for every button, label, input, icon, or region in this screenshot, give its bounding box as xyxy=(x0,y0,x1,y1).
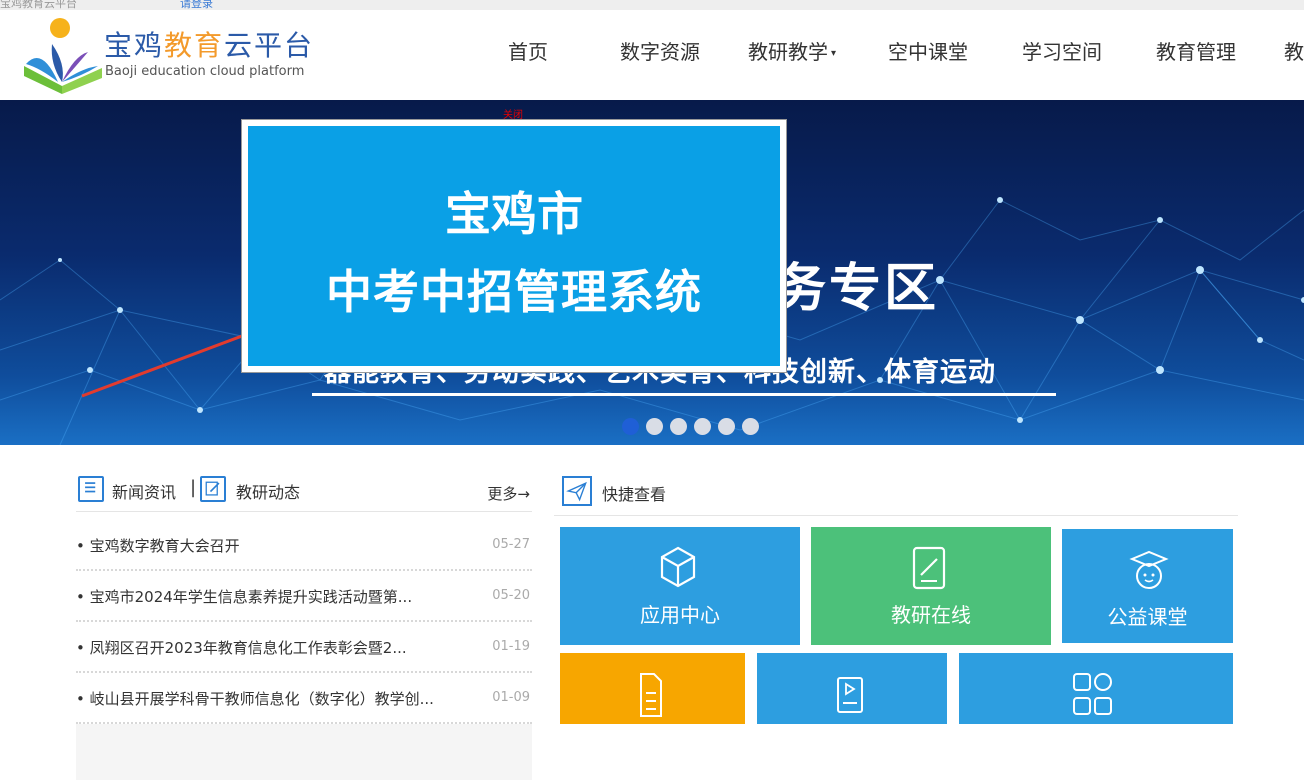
tab-research-news[interactable]: 教研动态 xyxy=(236,479,300,503)
student-cap-icon xyxy=(1129,550,1169,589)
quick-view-header: 快捷查看 xyxy=(554,472,1238,516)
nav-education-management[interactable]: 教育管理 xyxy=(1156,36,1236,65)
news-title[interactable]: • 宝鸡数字教育大会召开 xyxy=(76,535,240,556)
nav-teaching-research[interactable]: 教研教学 ▾ xyxy=(748,36,836,65)
file-icon xyxy=(640,673,662,717)
news-title[interactable]: • 凤翔区召开2023年教育信息化工作表彰会暨2... xyxy=(76,637,407,658)
banner-underline xyxy=(312,393,1056,396)
popup-line-2: 中考中招管理系统 xyxy=(326,265,702,319)
tile-apps[interactable] xyxy=(959,653,1233,724)
news-date: 01-09 xyxy=(492,690,530,705)
tile-app-center[interactable]: 应用中心 xyxy=(560,527,800,645)
tile-file[interactable] xyxy=(560,653,745,724)
baoji-logo-icon[interactable] xyxy=(22,16,104,96)
tile-public-classroom[interactable]: 公益课堂 xyxy=(1062,529,1233,643)
cube-icon xyxy=(660,546,696,588)
list-item[interactable]: • 宝鸡数字教育大会召开 05-27 xyxy=(76,520,532,571)
list-item[interactable]: • 宝鸡市2024年学生信息素养提升实践活动暨第... 05-20 xyxy=(76,571,532,622)
news-title[interactable]: • 岐山县开展学科骨干教师信息化（数字化）教学创... xyxy=(76,688,434,709)
chevron-down-icon: ▾ xyxy=(831,48,837,59)
tile-research-online[interactable]: 教研在线 xyxy=(811,527,1051,645)
news-date: 05-20 xyxy=(492,588,530,603)
tile-video[interactable] xyxy=(757,653,947,724)
carousel-dot[interactable] xyxy=(742,418,759,435)
tab-news[interactable]: 新闻资讯 xyxy=(112,479,176,503)
banner-title: 务专区 xyxy=(774,259,940,319)
carousel-dot[interactable] xyxy=(694,418,711,435)
news-title[interactable]: • 宝鸡市2024年学生信息素养提升实践活动暨第... xyxy=(76,586,412,607)
carousel-dots xyxy=(622,418,759,435)
header: 宝鸡教育云平台 Baoji education cloud platform 首… xyxy=(0,10,1304,100)
tile-label: 教研在线 xyxy=(891,603,971,627)
popup-close-button[interactable]: 关闭 xyxy=(503,106,523,121)
nav-learning-space[interactable]: 学习空间 xyxy=(1022,36,1102,65)
nav-more-truncated[interactable]: 教 xyxy=(1284,36,1304,65)
list-item[interactable]: • 岐山县开展学科骨干教师信息化（数字化）教学创... 01-09 xyxy=(76,673,532,724)
list-item[interactable]: • 凤翔区召开2023年教育信息化工作表彰会暨2... 01-19 xyxy=(76,622,532,673)
news-list-icon xyxy=(78,476,104,502)
nav-home[interactable]: 首页 xyxy=(508,36,548,65)
paper-plane-icon xyxy=(562,476,592,506)
nav-air-classroom[interactable]: 空中课堂 xyxy=(888,36,968,65)
tab-separator: | xyxy=(190,477,197,498)
popup-line-1: 宝鸡市 xyxy=(445,187,583,241)
tile-label: 应用中心 xyxy=(640,603,720,627)
news-date: 05-27 xyxy=(492,537,530,552)
carousel-dot[interactable] xyxy=(622,418,639,435)
news-list: • 宝鸡数字教育大会召开 05-27 • 宝鸡市2024年学生信息素养提升实践活… xyxy=(76,520,532,724)
more-link[interactable]: 更多→ xyxy=(487,483,530,504)
apps-grid-icon xyxy=(1073,673,1112,715)
tile-label: 公益课堂 xyxy=(1107,605,1188,629)
document-pen-icon xyxy=(912,546,946,590)
brand-english: Baoji education cloud platform xyxy=(105,64,305,79)
brand-name: 宝鸡教育云平台 xyxy=(104,29,315,62)
carousel-dot[interactable] xyxy=(646,418,663,435)
video-file-icon xyxy=(837,677,863,713)
carousel-dot[interactable] xyxy=(670,418,687,435)
quick-view-title: 快捷查看 xyxy=(602,485,667,504)
nav-digital-resources[interactable]: 数字资源 xyxy=(620,36,700,65)
top-strip: 宝鸡教育云平台 请登录 xyxy=(0,0,1304,10)
edit-document-icon xyxy=(200,476,226,502)
news-header: 新闻资讯 | 教研动态 更多→ xyxy=(76,472,532,512)
news-date: 01-19 xyxy=(492,639,530,654)
carousel-dot[interactable] xyxy=(718,418,735,435)
exam-system-popup[interactable]: 宝鸡市 中考中招管理系统 xyxy=(242,120,786,372)
